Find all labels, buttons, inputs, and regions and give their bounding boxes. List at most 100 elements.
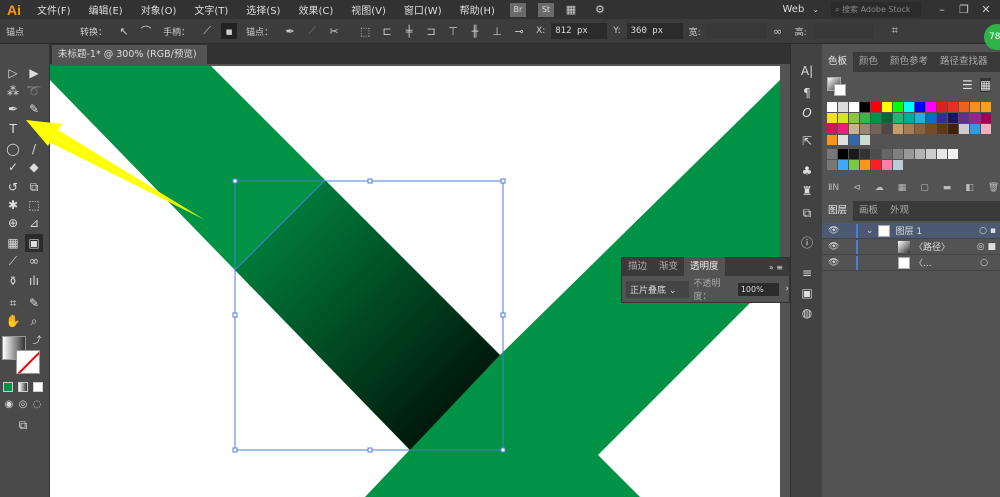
swatch[interactable] <box>904 149 914 159</box>
gpu-icon[interactable]: ⚙ <box>592 2 608 18</box>
anchor-point-icon[interactable]: ⊸ <box>511 23 527 39</box>
swatch[interactable] <box>937 102 947 112</box>
restore-icon[interactable]: ❐ <box>956 2 972 18</box>
layer-name[interactable]: 〈路径〉 <box>914 240 950 253</box>
align-center-icon[interactable]: ╪ <box>401 23 417 39</box>
menu-edit[interactable]: 编辑(E) <box>80 2 132 17</box>
tab-appearance[interactable]: 外观 <box>884 201 915 221</box>
graph-tool-icon[interactable]: ılı <box>25 272 43 290</box>
opacity-field[interactable]: 100% <box>737 282 780 296</box>
document-tab[interactable]: 未标题-1* @ 300% (RGB/预览) × <box>52 45 207 79</box>
swatch[interactable] <box>915 102 925 112</box>
swatch[interactable] <box>959 102 969 112</box>
gradient-panel-icon[interactable]: ▣ <box>798 284 816 302</box>
new-swatch-icon[interactable]: ◧ <box>965 183 974 193</box>
swatch[interactable] <box>882 113 892 123</box>
cloud-icon[interactable]: ☁ <box>875 183 884 193</box>
menu-help[interactable]: 帮助(H) <box>451 2 504 17</box>
transparency-panel-icon[interactable]: ◍ <box>798 304 816 322</box>
swatch[interactable] <box>871 102 881 112</box>
symbol-sprayer-icon[interactable]: ⚱ <box>4 272 22 290</box>
swatch[interactable] <box>893 149 903 159</box>
transform-panel-icon[interactable]: ⧉ <box>798 204 816 222</box>
swatch[interactable] <box>926 113 936 123</box>
swatch-options-icon[interactable]: ▦ <box>898 183 907 193</box>
swatch[interactable] <box>970 113 980 123</box>
blend-mode-select[interactable]: 正片叠底 ⌄ <box>626 280 690 298</box>
opentype-icon[interactable]: O <box>798 104 816 122</box>
swatch[interactable] <box>882 102 892 112</box>
info-icon[interactable]: ⓘ <box>798 234 816 252</box>
swatch[interactable] <box>871 160 881 170</box>
chevron-down-icon[interactable]: ⌄ <box>812 5 819 14</box>
isolate-icon[interactable]: ⌗ <box>887 23 903 39</box>
tab-artboards[interactable]: 画板 <box>853 201 884 221</box>
swatch[interactable] <box>981 102 991 112</box>
gradient-tool-icon[interactable]: ▣ <box>25 234 43 252</box>
menu-select[interactable]: 选择(S) <box>237 2 289 17</box>
delete-swatch-icon[interactable]: 🗑 <box>988 183 999 193</box>
swatch[interactable] <box>849 160 859 170</box>
draw-inside-icon[interactable]: ◌ <box>28 396 46 414</box>
eyedropper-icon[interactable]: ⟋ <box>4 252 22 270</box>
swatch[interactable] <box>849 149 859 159</box>
menu-file[interactable]: 文件(F) <box>28 2 80 17</box>
menu-window[interactable]: 窗口(W) <box>395 2 451 17</box>
cut-path-icon[interactable]: ✂ <box>326 23 342 39</box>
swatch[interactable] <box>827 135 837 145</box>
panel-menu-icon[interactable]: » ≡ <box>769 263 783 272</box>
swatch[interactable] <box>827 113 837 123</box>
swatch[interactable] <box>970 102 980 112</box>
lasso-icon[interactable]: ➰ <box>25 82 43 100</box>
swatch[interactable] <box>926 149 936 159</box>
swap-colors-icon[interactable]: ⤴ <box>28 332 46 350</box>
show-handles-icon[interactable]: ⟋ <box>199 23 215 39</box>
color-group-folder-icon[interactable] <box>827 149 837 159</box>
swatch[interactable] <box>937 113 947 123</box>
align-left-icon[interactable]: ⊏ <box>379 23 395 39</box>
swatch[interactable] <box>904 124 914 134</box>
swatch-library-icon[interactable]: ⅡN <box>828 183 839 193</box>
stock-button[interactable]: St <box>537 2 554 17</box>
visibility-eye-icon[interactable]: 👁 <box>828 242 844 252</box>
align-middle-icon[interactable]: ╫ <box>467 23 483 39</box>
hand-tool-icon[interactable]: ✋ <box>4 312 22 330</box>
menu-effect[interactable]: 效果(C) <box>289 2 342 17</box>
swatch[interactable] <box>882 160 892 170</box>
minimize-icon[interactable]: – <box>934 2 950 18</box>
swatch[interactable] <box>849 135 859 145</box>
swatch[interactable] <box>926 102 936 112</box>
tab-transparency[interactable]: 透明度 <box>684 257 725 277</box>
tab-swatches[interactable]: 色板 <box>822 52 854 72</box>
align-bottom-icon[interactable]: ⊥ <box>489 23 505 39</box>
tab-color[interactable]: 颜色 <box>853 52 884 72</box>
color-mode-icon[interactable] <box>3 382 13 392</box>
paragraph-icon[interactable]: ¶ <box>798 84 816 102</box>
swatch[interactable] <box>860 149 870 159</box>
y-field[interactable]: 360 px <box>626 23 683 39</box>
screen-mode-icon[interactable]: ⧉ <box>14 416 32 434</box>
swatch[interactable] <box>871 124 881 134</box>
swatch[interactable] <box>893 160 903 170</box>
swatch[interactable] <box>827 102 837 112</box>
swatch[interactable] <box>937 149 947 159</box>
bridge-button[interactable]: Br <box>509 2 526 17</box>
swatch[interactable] <box>981 113 991 123</box>
hide-handles-icon[interactable]: ▪ <box>221 23 238 39</box>
swatch[interactable] <box>970 124 980 134</box>
layer-name[interactable]: 〈... <box>914 256 932 269</box>
swatch[interactable] <box>860 135 870 145</box>
visibility-eye-icon[interactable]: 👁 <box>828 226 844 236</box>
menu-view[interactable]: 视图(V) <box>342 2 395 17</box>
tab-stroke[interactable]: 描边 <box>622 257 653 277</box>
remove-anchor-icon[interactable]: ✒ <box>282 23 298 39</box>
new-group-icon[interactable]: ▬ <box>943 183 952 193</box>
current-stroke-icon[interactable] <box>834 84 846 96</box>
selection-tool-icon[interactable]: ▷ <box>4 64 22 82</box>
swatch[interactable] <box>915 113 925 123</box>
show-kinds-icon[interactable]: ⊲ <box>853 183 861 193</box>
swatch[interactable] <box>849 124 859 134</box>
color-group-folder-icon[interactable] <box>827 160 837 170</box>
swatch[interactable] <box>893 124 903 134</box>
align-top-icon[interactable]: ⊤ <box>445 23 461 39</box>
